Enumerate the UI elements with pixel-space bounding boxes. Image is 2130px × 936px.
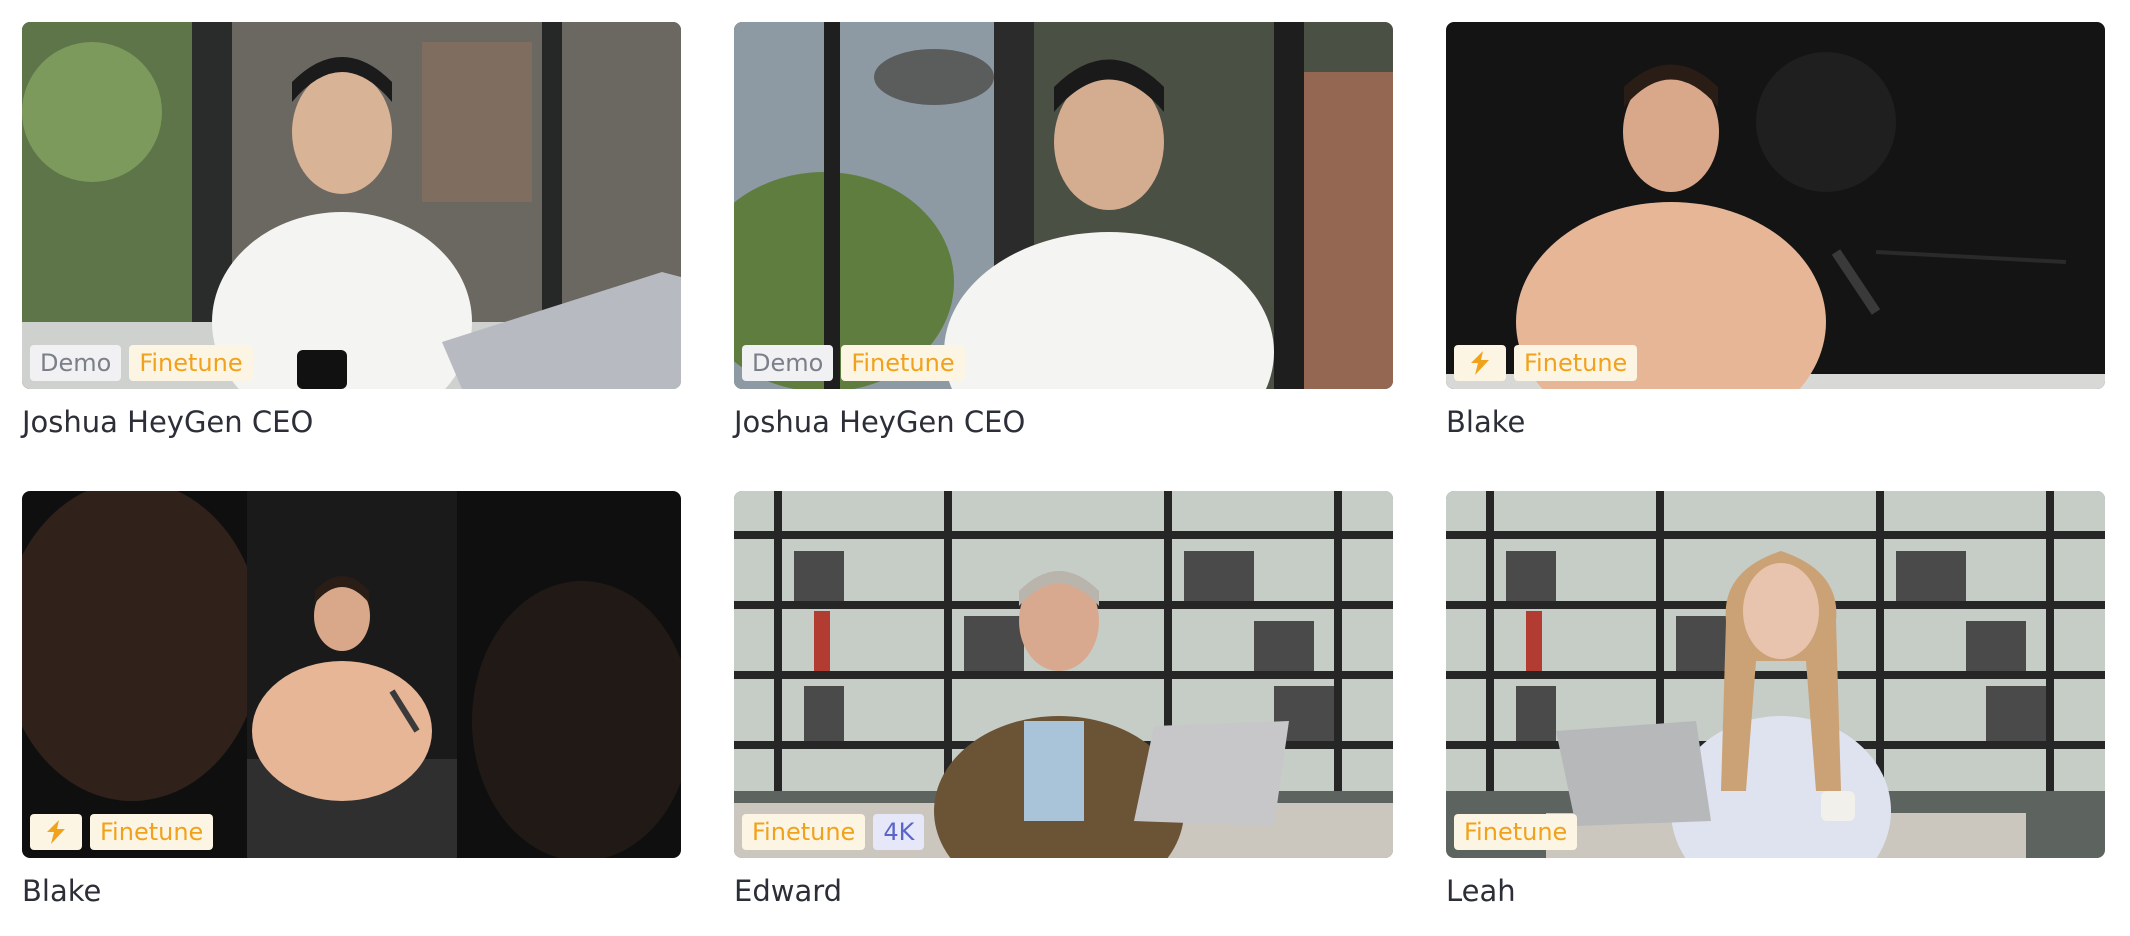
4k-badge: 4K xyxy=(873,814,925,850)
badge-list: Finetune xyxy=(1454,814,1578,850)
avatar-card[interactable]: Finetune Leah xyxy=(1446,491,2105,908)
avatar-card[interactable]: Finetune Blake xyxy=(1446,22,2105,439)
avatar-preview-image xyxy=(22,22,681,389)
badge-list: Demo Finetune xyxy=(30,345,253,381)
finetune-badge: Finetune xyxy=(1514,345,1638,381)
avatar-name: Joshua HeyGen CEO xyxy=(22,405,314,439)
finetune-badge: Finetune xyxy=(841,345,965,381)
avatar-name: Leah xyxy=(1446,874,1516,908)
avatar-grid: Demo Finetune Joshua HeyGen CEO Demo Fin… xyxy=(22,22,2105,908)
badge-list: Demo Finetune xyxy=(742,345,965,381)
avatar-thumbnail[interactable]: Finetune xyxy=(22,491,681,858)
demo-badge: Demo xyxy=(742,345,834,381)
demo-badge: Demo xyxy=(30,345,122,381)
avatar-name: Joshua HeyGen CEO xyxy=(734,405,1026,439)
finetune-badge: Finetune xyxy=(129,345,253,381)
finetune-badge: Finetune xyxy=(742,814,866,850)
avatar-card[interactable]: Finetune 4K Edward xyxy=(734,491,1393,908)
avatar-thumbnail[interactable]: Finetune xyxy=(1446,491,2105,858)
avatar-card[interactable]: Demo Finetune Joshua HeyGen CEO xyxy=(22,22,681,439)
avatar-preview-image xyxy=(734,491,1393,858)
avatar-name: Blake xyxy=(1446,405,1526,439)
avatar-preview-image xyxy=(1446,22,2105,389)
avatar-preview-image xyxy=(22,491,681,858)
bolt-icon xyxy=(1454,345,1506,381)
avatar-name: Blake xyxy=(22,874,102,908)
finetune-badge: Finetune xyxy=(90,814,214,850)
avatar-card[interactable]: Demo Finetune Joshua HeyGen CEO xyxy=(734,22,1393,439)
badge-list: Finetune 4K xyxy=(742,814,925,850)
avatar-thumbnail[interactable]: Finetune 4K xyxy=(734,491,1393,858)
finetune-badge: Finetune xyxy=(1454,814,1578,850)
avatar-preview-image xyxy=(734,22,1393,389)
avatar-name: Edward xyxy=(734,874,843,908)
bolt-icon xyxy=(30,814,82,850)
badge-list: Finetune xyxy=(1454,345,1638,381)
avatar-thumbnail[interactable]: Demo Finetune xyxy=(22,22,681,389)
avatar-preview-image xyxy=(1446,491,2105,858)
avatar-thumbnail[interactable]: Demo Finetune xyxy=(734,22,1393,389)
avatar-card[interactable]: Finetune Blake xyxy=(22,491,681,908)
avatar-thumbnail[interactable]: Finetune xyxy=(1446,22,2105,389)
badge-list: Finetune xyxy=(30,814,214,850)
